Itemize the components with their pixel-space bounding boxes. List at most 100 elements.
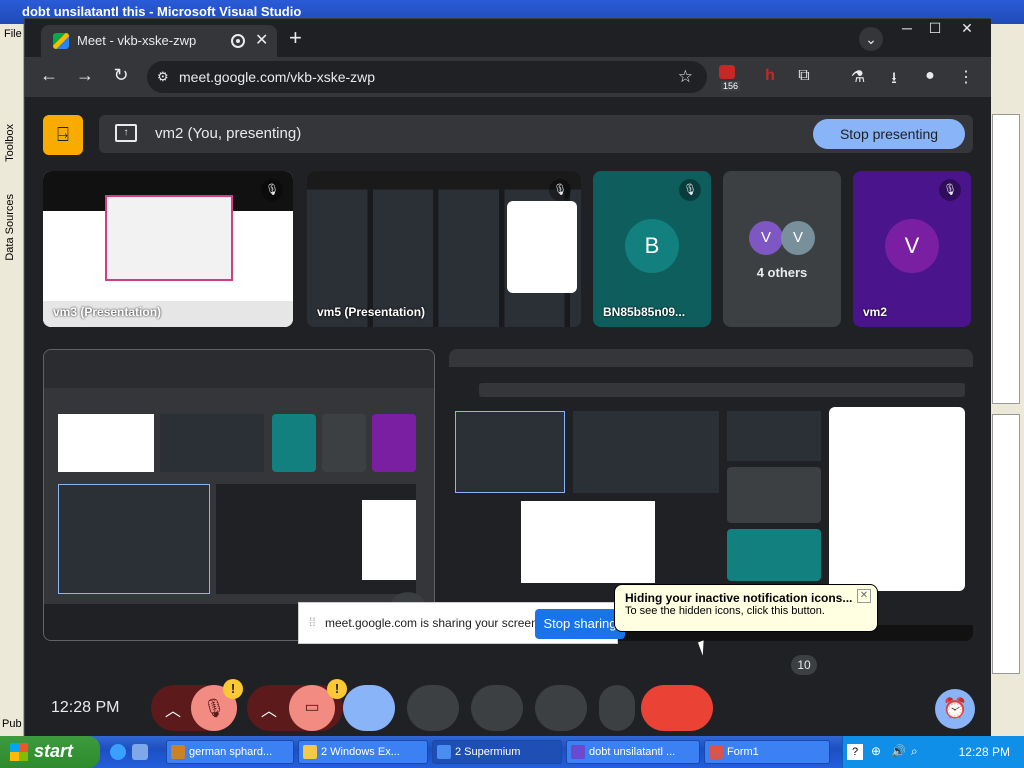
- datasources-tab[interactable]: Data Sources: [4, 194, 16, 261]
- tray-balloon: Hiding your inactive notification icons.…: [614, 584, 878, 632]
- task-supermium[interactable]: 2 Supermium: [432, 740, 562, 764]
- new-tab-button[interactable]: +: [289, 25, 302, 51]
- others-label: 4 others: [756, 265, 808, 280]
- forward-icon[interactable]: →: [73, 65, 97, 86]
- quicklaunch-icon[interactable]: [132, 744, 148, 760]
- chevron-up-icon[interactable]: ︿: [261, 697, 277, 721]
- browser-toolbar: ← → ↻ ⚙ meet.google.com/vkb-xske-zwp ☆ 1…: [25, 57, 991, 97]
- taskbar: start german sphard... 2 Windows Ex... 2…: [0, 736, 1024, 768]
- presentation-left[interactable]: ⤢: [43, 349, 435, 641]
- task-explorer[interactable]: 2 Windows Ex...: [298, 740, 428, 764]
- vs-icon: [571, 745, 585, 759]
- present-screen-icon: ↑: [115, 124, 137, 142]
- screen-share-banner: ⁞⁞ meet.google.com is sharing your scree…: [298, 602, 625, 644]
- avatar: V: [749, 221, 783, 255]
- participant-count-badge: 10: [791, 655, 817, 675]
- avatar: V: [781, 221, 815, 255]
- balloon-title: Hiding your inactive notification icons.…: [625, 591, 853, 605]
- tab-meet[interactable]: Meet - vkb-xske-zwp ✕: [41, 25, 277, 57]
- tile-bn85[interactable]: B 🎙 BN85b85n09...: [593, 171, 711, 327]
- task-german[interactable]: german sphard...: [166, 740, 294, 764]
- network-icon[interactable]: ⌕: [911, 744, 918, 759]
- captions-button[interactable]: [471, 685, 523, 731]
- share-banner-text: meet.google.com is sharing your screen.: [325, 616, 542, 630]
- tile-vm5[interactable]: 🎙 vm5 (Presentation): [307, 171, 581, 327]
- labs-flask-icon[interactable]: ⚗: [847, 67, 869, 87]
- extensions-puzzle-icon[interactable]: ⧉: [793, 67, 815, 85]
- tab-title: Meet - vkb-xske-zwp: [77, 33, 197, 48]
- extension-h-icon[interactable]: h: [759, 67, 781, 85]
- maximize-icon[interactable]: ☐: [921, 19, 949, 37]
- back-icon[interactable]: ←: [37, 65, 61, 86]
- vs-left-dock: Toolbox Data Sources Pub: [0, 24, 24, 736]
- tile-vm2[interactable]: V 🎙 vm2: [853, 171, 971, 327]
- avatar: V: [885, 219, 939, 273]
- meet-favicon-icon: [53, 33, 69, 49]
- tab-strip: Meet - vkb-xske-zwp ✕ + ⌄ ─ ☐ ✕: [25, 19, 991, 57]
- warning-badge: !: [223, 679, 243, 699]
- tile-mic-off-icon: 🎙: [679, 179, 701, 201]
- balloon-body: To see the hidden icons, click this butt…: [625, 605, 825, 617]
- volume-icon[interactable]: 🔊: [891, 744, 906, 758]
- task-vs[interactable]: dobt unsilatantl ...: [566, 740, 700, 764]
- tile-name: BN85b85n09...: [603, 305, 686, 319]
- help-icon[interactable]: ?: [847, 744, 863, 760]
- tile-mic-off-icon: 🎙: [261, 179, 283, 201]
- drag-handle-icon[interactable]: ⁞⁞: [309, 615, 316, 629]
- vs-right-panel: [990, 24, 1024, 736]
- tile-name: vm2: [863, 305, 888, 319]
- presenting-bar: ↑ vm2 (You, presenting) Stop presenting: [99, 115, 973, 153]
- profile-icon[interactable]: ●: [919, 67, 941, 85]
- pub-label: Pub: [2, 718, 22, 730]
- ie-quicklaunch-icon[interactable]: [110, 744, 126, 760]
- task-icon: [171, 745, 185, 759]
- mic-control[interactable]: ︿ 🎙 !: [151, 679, 243, 731]
- extension-badge: 156: [721, 81, 741, 91]
- task-form1[interactable]: Form1: [704, 740, 830, 764]
- tile-name: vm5 (Presentation): [317, 305, 426, 319]
- more-options-button[interactable]: [599, 685, 635, 731]
- tile-name: vm3 (Presentation): [53, 305, 162, 319]
- stop-sharing-button[interactable]: Stop sharing: [535, 609, 625, 639]
- folder-icon: [303, 745, 317, 759]
- url-text: meet.google.com/vkb-xske-zwp: [179, 69, 376, 85]
- avatar: B: [625, 219, 679, 273]
- tab-search-icon[interactable]: ⌄: [859, 27, 883, 51]
- download-icon[interactable]: ⭳: [883, 67, 905, 94]
- emoji-button[interactable]: [407, 685, 459, 731]
- extension-red-icon[interactable]: [719, 65, 735, 79]
- leave-call-button[interactable]: [641, 685, 713, 731]
- camera-control[interactable]: ︿ ▭ !: [247, 679, 347, 731]
- menu-kebab-icon[interactable]: ⋮: [955, 67, 977, 87]
- vs-menu-file[interactable]: File: [4, 28, 22, 40]
- bookmark-star-icon[interactable]: ☆: [678, 67, 693, 87]
- tile-mic-off-icon: 🎙: [939, 179, 961, 201]
- chevron-up-icon[interactable]: ︿: [165, 697, 181, 721]
- site-info-icon[interactable]: ⚙: [157, 69, 169, 85]
- show-hidden-icons-icon[interactable]: ⊕: [871, 744, 881, 758]
- balloon-close-icon[interactable]: ✕: [857, 589, 871, 603]
- tab-close-icon[interactable]: ✕: [255, 30, 268, 50]
- meeting-door-icon[interactable]: ⍈: [43, 115, 83, 155]
- tile-others[interactable]: V V 4 others: [723, 171, 841, 327]
- raise-hand-button[interactable]: [535, 685, 587, 731]
- presenting-label: vm2 (You, presenting): [155, 125, 302, 142]
- tray-clock[interactable]: 12:28 PM: [959, 745, 1010, 759]
- activities-clock-icon[interactable]: ⏰: [935, 689, 975, 729]
- minimize-icon[interactable]: ─: [893, 19, 921, 37]
- system-tray: ? ⊕ 🔊 ⌕ 12:28 PM: [842, 736, 1024, 768]
- tile-vm3[interactable]: 🎙 vm3 (Presentation): [43, 171, 293, 327]
- start-button[interactable]: start: [0, 736, 100, 768]
- present-button[interactable]: [343, 685, 395, 731]
- form-icon: [709, 745, 723, 759]
- toolbox-tab[interactable]: Toolbox: [4, 124, 16, 162]
- meeting-clock: 12:28 PM: [51, 699, 120, 716]
- close-window-icon[interactable]: ✕: [953, 19, 981, 37]
- tile-mic-off-icon: 🎙: [549, 179, 571, 201]
- reload-icon[interactable]: ↻: [109, 65, 133, 86]
- recording-icon: [231, 34, 245, 48]
- address-bar[interactable]: ⚙ meet.google.com/vkb-xske-zwp ☆: [147, 61, 707, 93]
- stop-presenting-button[interactable]: Stop presenting: [813, 119, 965, 149]
- vs-title-text: dobt unsilatantl this - Microsoft Visual…: [22, 4, 302, 19]
- browser-icon: [437, 745, 451, 759]
